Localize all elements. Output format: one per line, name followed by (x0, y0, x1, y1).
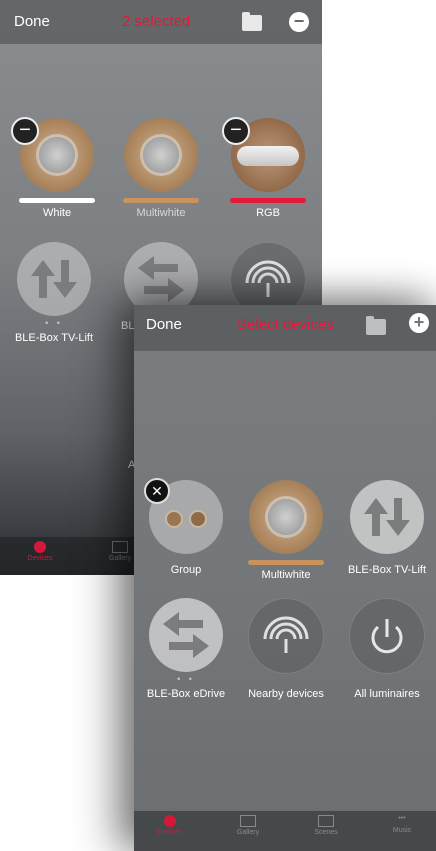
close-icon[interactable]: ✕ (144, 478, 170, 504)
deselect-icon[interactable]: − (222, 117, 250, 145)
device-label: BLE-Box eDrive (146, 688, 226, 700)
left-right-arrows-icon (149, 598, 223, 672)
tab-bar: Devices Gallery Scenes ••• Music (134, 811, 436, 851)
screen-title: Select devices (237, 316, 334, 333)
device-label: RGB (256, 207, 280, 219)
page-dots: • • (45, 318, 63, 328)
multiwhite-bar (123, 198, 199, 203)
power-icon (349, 598, 425, 674)
device-tile-tv-lift[interactable]: • • BLE-Box TV-Lift (14, 242, 94, 344)
signal-icon (248, 598, 324, 674)
bulb-icon (164, 815, 176, 827)
tab-scenes[interactable]: Scenes (296, 815, 356, 836)
device-label: White (42, 207, 72, 219)
tab-gallery[interactable]: Gallery (218, 815, 278, 836)
white-bar (19, 198, 95, 203)
device-label: BLE-Box TV-Lift (14, 332, 94, 344)
deselect-icon[interactable]: − (11, 117, 39, 145)
front-screen: Done Select devices + Group ✕ Multiwhite… (134, 305, 436, 851)
tab-label: Gallery (236, 829, 260, 836)
tab-label: Scenes (314, 829, 338, 836)
done-button[interactable]: Done (14, 13, 50, 30)
device-tile-edrive[interactable]: • • BLE-Box eDrive (146, 598, 226, 700)
gallery-icon (112, 541, 128, 553)
device-label: Group (170, 564, 202, 576)
device-label: BLE-Box TV-Lift (347, 564, 427, 576)
top-bar: Done 2 selected − (0, 0, 322, 44)
tab-devices[interactable]: Devices (140, 815, 200, 836)
play-icon (318, 815, 334, 827)
selection-title: 2 selected (122, 13, 191, 30)
remove-icon[interactable]: − (289, 12, 309, 32)
device-tile-multiwhite[interactable]: Multiwhite (246, 480, 326, 581)
device-tile-all-luminaires[interactable]: All luminaires (347, 598, 427, 700)
top-bar: Done Select devices + (134, 305, 436, 351)
device-tile-tv-lift[interactable]: BLE-Box TV-Lift (347, 480, 427, 576)
folder-icon[interactable] (366, 316, 386, 335)
device-label: Multiwhite (261, 569, 311, 581)
tab-label: Music (392, 827, 412, 834)
rgb-bar (230, 198, 306, 203)
tab-label: Devices (27, 555, 53, 562)
gallery-icon (240, 815, 256, 827)
more-icon: ••• (398, 815, 406, 822)
add-icon[interactable]: + (409, 313, 429, 333)
device-tile-nearby[interactable]: Nearby devices (246, 598, 326, 700)
device-label: Multiwhite (136, 207, 186, 219)
folder-icon[interactable] (242, 12, 262, 31)
bulb-icon (34, 541, 46, 553)
page-dots: • • (177, 674, 195, 684)
multiwhite-bar (248, 560, 324, 565)
multiwhite-lamp-icon (124, 118, 198, 192)
up-down-arrows-icon (350, 480, 424, 554)
up-down-arrows-icon (17, 242, 91, 316)
device-tile-multiwhite[interactable]: Multiwhite (121, 118, 201, 219)
tab-devices[interactable]: Devices (10, 541, 70, 562)
tab-label: Gallery (108, 555, 132, 562)
multiwhite-lamp-icon (249, 480, 323, 554)
tab-music[interactable]: ••• Music (372, 815, 432, 834)
done-button[interactable]: Done (146, 316, 182, 333)
tab-label: Devices (157, 829, 183, 836)
device-label: All luminaires (354, 688, 420, 700)
device-label: Nearby devices (248, 688, 324, 700)
